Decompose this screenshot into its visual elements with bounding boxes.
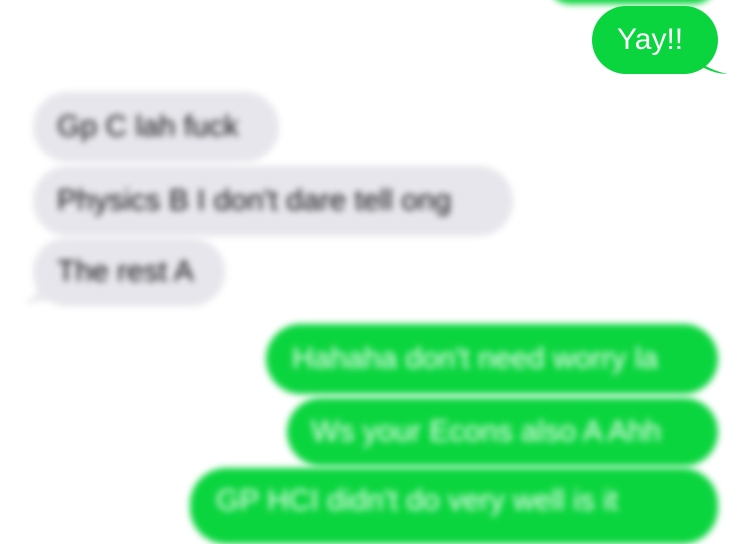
message-bubble-incoming[interactable]: Gp C lah fuck <box>33 92 279 162</box>
message-text: The rest A <box>57 255 194 288</box>
message-bubble-incoming[interactable]: Physics B I don't dare tell ong <box>33 166 513 236</box>
message-bubble-outgoing-partial[interactable] <box>548 0 716 4</box>
message-text: Physics B I don't dare tell ong <box>57 184 452 217</box>
message-bubble-outgoing[interactable]: Ws your Econs also A Ahh <box>287 398 718 466</box>
message-text: Hahaha don't need worry la <box>292 342 658 375</box>
bubble-tail-outgoing <box>694 58 728 74</box>
message-text: Ws your Econs also A Ahh <box>311 415 662 448</box>
message-text: Yay!! <box>617 23 684 56</box>
bubble-tail-incoming <box>24 276 58 304</box>
message-text: Gp C lah fuck <box>57 110 239 143</box>
message-text: GP HCI didn't do very well is it <box>216 484 618 517</box>
message-bubble-outgoing[interactable]: GP HCI didn't do very well is it <box>190 468 718 544</box>
message-bubble-incoming[interactable]: The rest A <box>33 238 225 306</box>
message-bubble-outgoing[interactable]: Hahaha don't need worry la <box>266 324 718 394</box>
